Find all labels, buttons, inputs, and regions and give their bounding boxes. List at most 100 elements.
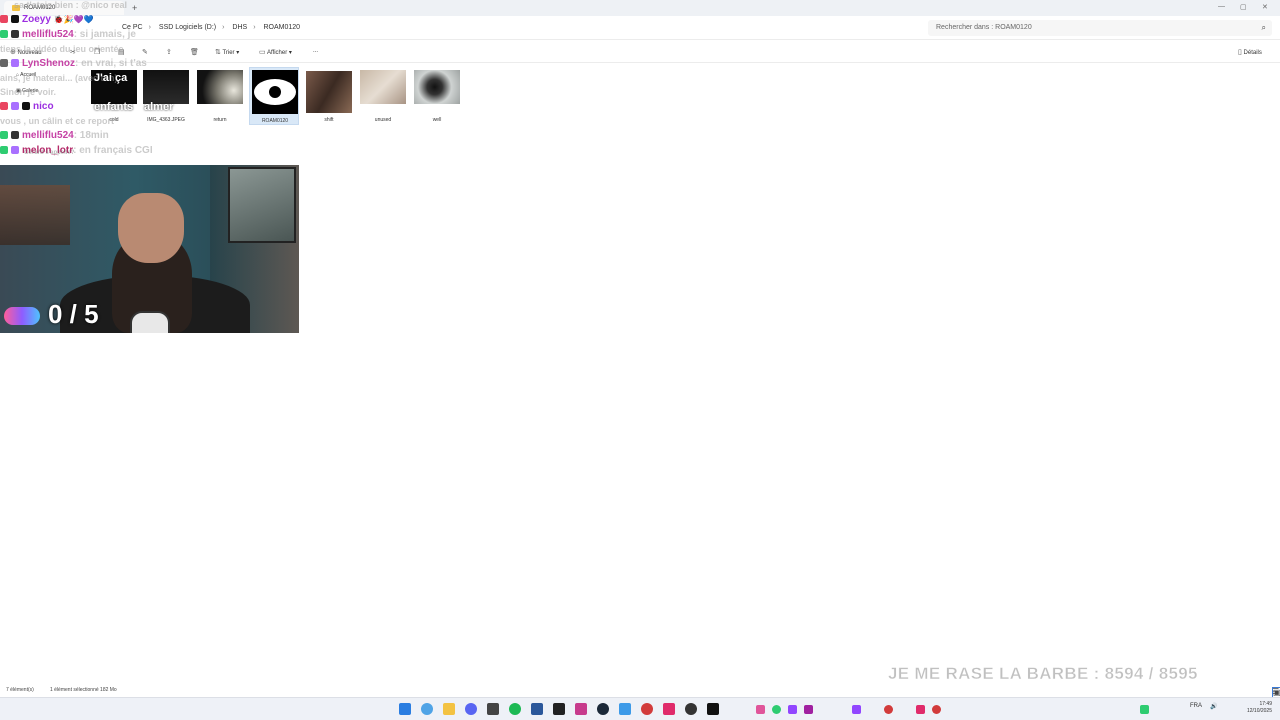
webcam-shelf: [0, 185, 70, 245]
share-button[interactable]: ⇪: [166, 48, 172, 56]
file-thumbnail: [306, 71, 352, 113]
tab-label: ROAM0120: [24, 5, 56, 11]
item-count: 7 élément(s): [6, 687, 34, 693]
new-button[interactable]: ⊕ Nouveau: [10, 48, 42, 56]
cut-button[interactable]: ✂: [70, 48, 76, 56]
view-icon: ▭: [259, 49, 266, 56]
search-input[interactable]: Rechercher dans : ROAM0120 ⌕: [928, 20, 1272, 36]
copy-icon: ❐: [94, 49, 101, 56]
details-pane-icon: ▯: [1238, 49, 1242, 56]
stream-goal-overlay: JE ME RASE LA BARBE : 8594 / 8595: [888, 664, 1198, 684]
details-button[interactable]: ▯ Détails: [1238, 48, 1262, 56]
typora-icon[interactable]: [575, 703, 587, 715]
address-bar: Ce PC › SSD Logiciels (D:) › DHS › ROAM0120…: [0, 16, 1280, 40]
volume-icon[interactable]: 🔊: [1210, 703, 1217, 710]
file-item[interactable]: unused: [358, 67, 408, 125]
paste-button[interactable]: ▤: [118, 48, 125, 56]
minimize-button[interactable]: —: [1218, 3, 1225, 10]
sidebar-item-accueil[interactable]: ⌂ Accueil: [16, 72, 36, 78]
breadcrumb-ssd[interactable]: SSD Logiciels (D:): [159, 24, 216, 31]
close-button[interactable]: ✕: [1262, 3, 1268, 11]
word-icon[interactable]: [531, 703, 543, 715]
caption-text: almer: [144, 101, 174, 113]
tab-roam0120[interactable]: ROAM0120: [4, 1, 124, 15]
view-button[interactable]: ▭ Afficher ▾: [259, 48, 292, 56]
sidebar-item-label: Accueil: [20, 72, 37, 78]
chrome-icon[interactable]: [421, 703, 433, 715]
folder-icon: [12, 5, 20, 11]
file-thumbnail: [197, 70, 243, 104]
file-item[interactable]: well: [412, 67, 462, 125]
tray-icon[interactable]: [852, 705, 861, 714]
taskbar: FRA 🔊 17:49 12/10/2025: [0, 697, 1280, 720]
command-bar: ⊕ Nouveau ✂ ❐ ▤ ✎ ⇪ 🗑 ⇅ Trier ▾ ▭ Affich…: [0, 41, 1280, 63]
file-item-selected[interactable]: ROAM0120: [249, 67, 299, 125]
language-indicator[interactable]: FRA: [1190, 703, 1202, 709]
tray-icon[interactable]: [804, 705, 813, 714]
tray-icon[interactable]: [884, 705, 893, 714]
discord-icon[interactable]: [465, 703, 477, 715]
tray-icon[interactable]: [788, 705, 797, 714]
maximize-button[interactable]: ▢: [1240, 3, 1247, 11]
file-item[interactable]: return: [195, 67, 245, 125]
file-thumbnail: [414, 70, 460, 104]
status-bar: 7 élément(s) 1 élément sélectionné 182 M…: [0, 684, 1280, 698]
app-icon[interactable]: [487, 703, 499, 715]
chevron-right-icon: ›: [253, 24, 256, 31]
delete-button[interactable]: 🗑: [190, 48, 199, 56]
copy-button[interactable]: ❐: [94, 48, 100, 56]
search-placeholder: Rechercher dans : ROAM0120: [936, 24, 1032, 31]
file-explorer-icon[interactable]: [443, 703, 455, 715]
caption-text: J'ai ça: [94, 72, 128, 84]
webcam-window: [228, 167, 296, 243]
file-name: shift: [324, 117, 334, 123]
tray-icon[interactable]: [756, 705, 765, 714]
sidebar-item-galerie[interactable]: ▣ Galerie: [16, 88, 38, 94]
tray-icon[interactable]: [1140, 705, 1149, 714]
webcam-counter: 0 / 5: [48, 299, 99, 329]
navigation-pane: ⌂ Accueil ▣ Galerie: [0, 64, 90, 164]
file-thumbnail: [252, 70, 298, 114]
breadcrumb: Ce PC › SSD Logiciels (D:) › DHS › ROAM0120: [122, 24, 306, 31]
tray-icon[interactable]: [916, 705, 925, 714]
file-item[interactable]: shift: [304, 67, 354, 125]
new-tab-button[interactable]: +: [132, 3, 137, 13]
sort-icon: ⇅: [215, 49, 221, 56]
start-icon[interactable]: [399, 703, 411, 715]
breadcrumb-dhs[interactable]: DHS: [232, 24, 247, 31]
tray-icon[interactable]: [932, 705, 941, 714]
file-name: unused: [374, 117, 392, 123]
trash-icon: 🗑: [190, 49, 199, 56]
rename-icon: ✎: [142, 49, 148, 56]
plus-icon: ⊕: [10, 49, 16, 56]
chevron-right-icon: ›: [148, 24, 151, 31]
capcut-icon[interactable]: [553, 703, 565, 715]
breadcrumb-roam0120[interactable]: ROAM0120: [263, 24, 300, 31]
caption-text: enfants: [94, 101, 134, 113]
app-icon[interactable]: [685, 703, 697, 715]
file-item[interactable]: IMG_4363.JPEG: [141, 67, 191, 125]
tiktok-studio-icon[interactable]: [663, 703, 675, 715]
chevron-right-icon: ›: [222, 24, 225, 31]
paste-icon: ▤: [118, 49, 125, 56]
sort-button[interactable]: ⇅ Trier ▾: [215, 48, 239, 56]
webcam-overlay: 0 / 5: [0, 165, 299, 333]
app-icon[interactable]: [619, 703, 631, 715]
share-icon: ⇪: [166, 49, 172, 56]
view-label: Afficher: [266, 50, 288, 56]
more-button[interactable]: ...: [313, 48, 318, 54]
clock-time: 17:49: [1259, 701, 1272, 707]
clock-date: 12/10/2025: [1246, 708, 1272, 714]
app-icon[interactable]: [707, 703, 719, 715]
clock[interactable]: 17:49 12/10/2025: [1247, 701, 1272, 715]
cloud-icon: [130, 311, 170, 333]
steam-icon[interactable]: [597, 703, 609, 715]
selection-info: 1 élément sélectionné 182 Mo: [50, 687, 117, 693]
spotify-icon[interactable]: [509, 703, 521, 715]
app-icon[interactable]: [641, 703, 653, 715]
breadcrumb-ce-pc[interactable]: Ce PC: [122, 24, 143, 31]
file-name: return: [213, 117, 227, 123]
file-name: IMG_4363.JPEG: [147, 117, 185, 123]
rename-button[interactable]: ✎: [142, 48, 148, 56]
tray-icon[interactable]: [772, 705, 781, 714]
